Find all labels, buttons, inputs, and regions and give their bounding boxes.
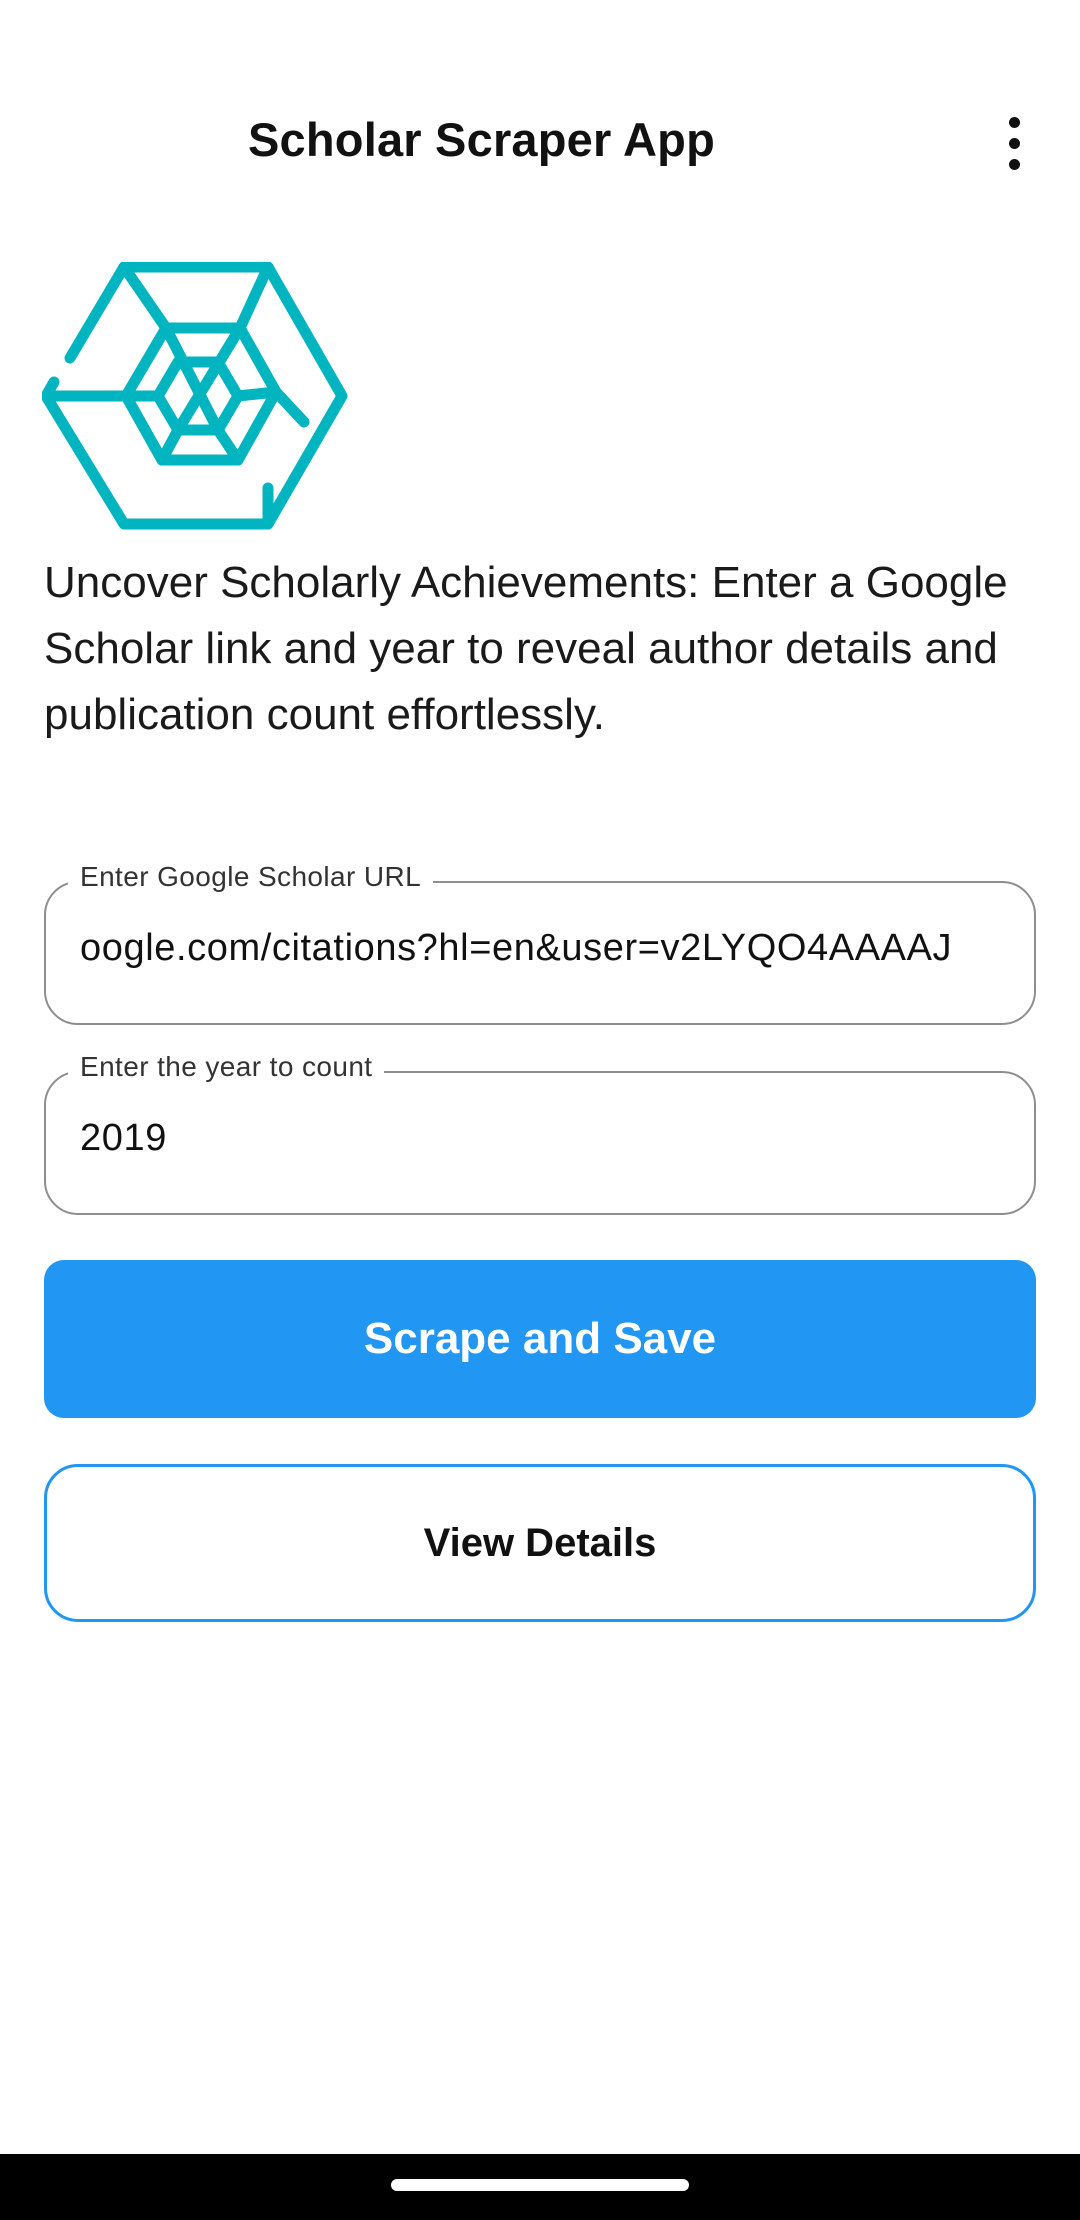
view-details-button[interactable]: View Details xyxy=(44,1464,1036,1622)
more-options-button[interactable] xyxy=(988,108,1040,178)
home-gesture-handle[interactable] xyxy=(391,2179,689,2191)
year-field-label: Enter the year to count xyxy=(68,1051,385,1083)
app-bar: Scholar Scraper App xyxy=(0,60,1080,228)
more-vert-icon xyxy=(1008,116,1020,128)
year-field[interactable]: Enter the year to count 2019 xyxy=(44,1051,1036,1215)
url-field-label: Enter Google Scholar URL xyxy=(68,861,434,893)
screen: Scholar Scraper App Uncover Scholarly Ac… xyxy=(0,0,1080,2220)
system-nav-bar xyxy=(0,2154,1080,2220)
url-input[interactable]: oogle.com/citations?hl=en&user=v2LYQO4AA… xyxy=(80,927,1000,970)
more-vert-icon-dot xyxy=(1008,158,1020,170)
scrape-and-save-button[interactable]: Scrape and Save xyxy=(44,1260,1036,1418)
year-input[interactable]: 2019 xyxy=(80,1117,1000,1160)
description-text: Uncover Scholarly Achievements: Enter a … xyxy=(44,558,1008,739)
hexagon-web-logo-icon xyxy=(42,262,348,530)
app-title: Scholar Scraper App xyxy=(248,113,715,166)
more-vert-icon-dot xyxy=(1008,137,1020,149)
url-field[interactable]: Enter Google Scholar URL oogle.com/citat… xyxy=(44,861,1036,1025)
